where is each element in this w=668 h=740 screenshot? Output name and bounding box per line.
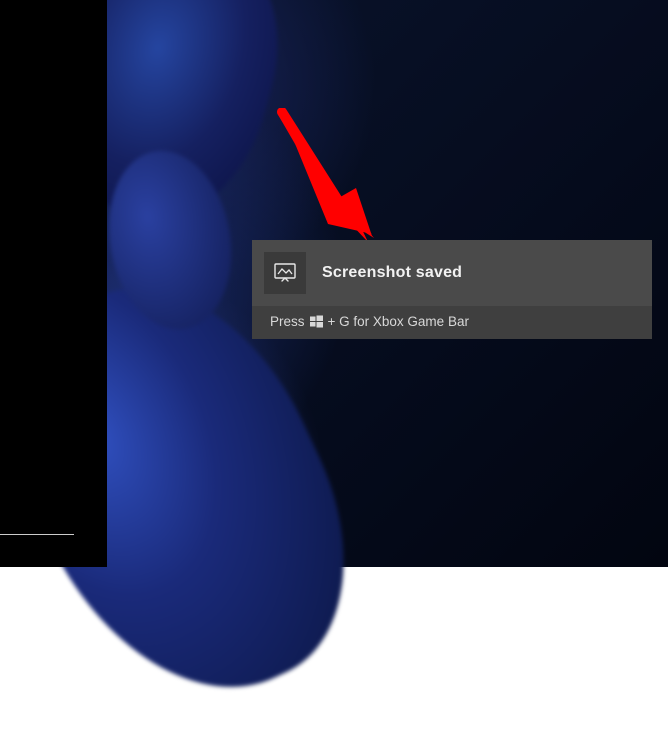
hint-suffix-text: + G for Xbox Game Bar — [328, 314, 469, 329]
toast-hint: Press + G for Xbox Game Bar — [252, 306, 652, 339]
toast-icon-container — [264, 252, 306, 294]
left-panel — [0, 0, 107, 567]
toast-header[interactable]: Screenshot saved — [252, 240, 652, 306]
screenshot-icon — [274, 263, 296, 283]
windows-key-icon — [310, 315, 323, 328]
hint-prefix-text: Press — [270, 314, 305, 329]
screenshot-saved-toast[interactable]: Screenshot saved Press + G for Xbox Game… — [252, 240, 652, 339]
panel-divider — [0, 534, 74, 535]
toast-title: Screenshot saved — [322, 264, 462, 282]
